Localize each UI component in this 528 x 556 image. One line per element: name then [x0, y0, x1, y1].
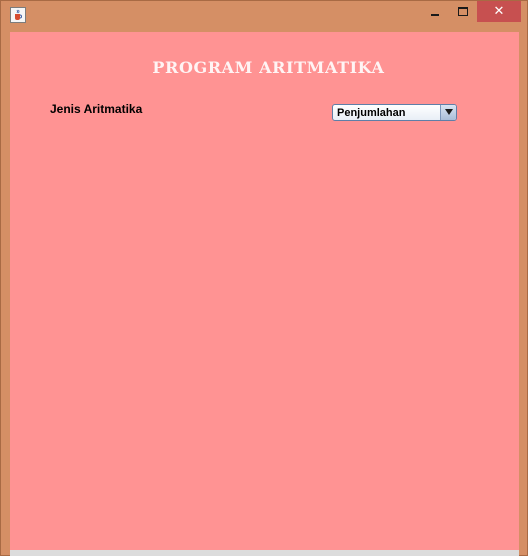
close-icon: ✕ [493, 4, 505, 19]
maximize-button[interactable] [453, 1, 473, 22]
chevron-down-icon[interactable] [440, 105, 456, 120]
page-title: PROGRAM ARITMATIKA [152, 58, 385, 77]
main-panel: PROGRAM ARITMATIKA Jenis Aritmatika Penj… [10, 32, 519, 552]
minimize-button[interactable] [425, 1, 445, 22]
window-bottom-edge [10, 550, 519, 556]
close-button[interactable]: ✕ [477, 1, 521, 22]
dropdown-selected-value: Penjumlahan [337, 107, 406, 119]
java-cup-icon [10, 7, 26, 23]
jenis-aritmatika-label: Jenis Aritmatika [50, 102, 143, 116]
jenis-aritmatika-dropdown[interactable]: Penjumlahan [332, 104, 457, 121]
app-window: ✕ PROGRAM ARITMATIKA Jenis Aritmatika Pe… [0, 0, 528, 556]
title-bar[interactable]: ✕ [1, 1, 527, 31]
